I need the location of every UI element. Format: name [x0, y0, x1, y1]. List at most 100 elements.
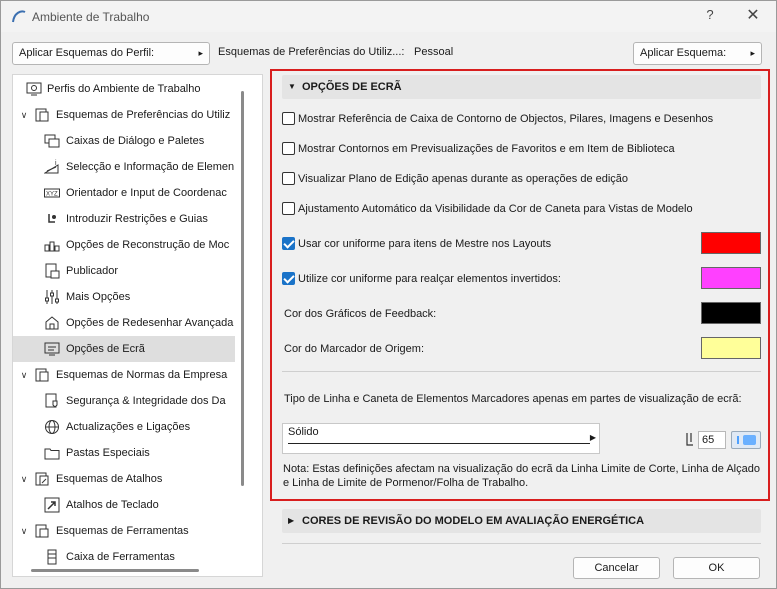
tree-item-shortcut-schemes[interactable]: ∨ Esquemas de Atalhos [13, 466, 235, 492]
preferences-window: Ambiente de Trabalho ? ✕ Aplicar Esquema… [0, 0, 777, 589]
tree-item-tool-schemes[interactable]: ∨ Esquemas de Ferramentas [13, 518, 235, 544]
tree-item-label: Caixa de Ferramentas [66, 551, 175, 563]
archicad-app-icon [12, 10, 26, 23]
uniform-master-checkbox[interactable] [282, 237, 295, 250]
tree-item-data-security[interactable]: Segurança & Integridade dos Da [13, 388, 235, 414]
feedback-color-swatch[interactable] [701, 302, 761, 324]
apply-scheme-dropdown[interactable]: Aplicar Esquema: ▸ [633, 42, 762, 65]
line-type-dropdown[interactable]: Sólido ▶ [282, 423, 600, 454]
tree-horizontal-scrollbar[interactable] [31, 569, 199, 572]
tree-item-label: Opções de Ecrã [66, 343, 145, 355]
tree-vertical-scrollbar[interactable] [241, 91, 244, 486]
triangle-right-icon: ▶ [288, 516, 295, 525]
apply-profile-dropdown[interactable]: Aplicar Esquemas do Perfil: ▸ [12, 42, 210, 65]
triangle-down-icon: ▼ [288, 82, 296, 91]
chevron-down-icon[interactable]: ∨ [18, 518, 30, 544]
close-button[interactable]: ✕ [743, 6, 763, 26]
checkbox-label: Usar cor uniforme para itens de Mestre n… [298, 238, 552, 250]
tree-item-label: Opções de Reconstrução de Moc [66, 239, 230, 251]
tree-item-toolbox[interactable]: Caixa de Ferramentas [13, 544, 235, 570]
checkbox-label: Utilize cor uniforme para realçar elemen… [298, 273, 561, 285]
display-options-header[interactable]: ▼ OPÇÕES DE ECRÃ [282, 75, 761, 99]
tree-item-user-pref-schemes[interactable]: ∨ Esquemas de Preferências do Utiliz [13, 102, 235, 128]
checkbox-row-favorite-outlines[interactable]: Mostrar Contornos em Previsualizações de… [282, 140, 761, 158]
profile-value: Pessoal [414, 46, 454, 58]
tree-item-special-folders[interactable]: Pastas Especiais [13, 440, 235, 466]
pen-color-bar [737, 436, 739, 444]
tree-item-workspace-profiles[interactable]: Perfis do Ambiente de Trabalho [13, 76, 235, 102]
help-button[interactable]: ? [701, 7, 719, 25]
chevron-down-icon[interactable]: ∨ [18, 466, 30, 492]
tree-item-label: Caixas de Diálogo e Paletes [66, 135, 205, 147]
master-color-swatch[interactable] [701, 232, 761, 254]
tree-item-publisher[interactable]: Publicador [13, 258, 235, 284]
chevron-down-icon[interactable]: ∨ [18, 362, 30, 388]
shortcut-schemes-icon [35, 472, 49, 486]
tree-item-keyboard-shortcuts[interactable]: Atalhos de Teclado [13, 492, 235, 518]
tool-schemes-icon [35, 524, 49, 538]
origin-color-row: Cor do Marcador de Origem: [282, 340, 682, 358]
tree-item-label: Esquemas de Preferências do Utiliz [56, 109, 231, 121]
constraints-icon [48, 214, 56, 223]
chevron-down-icon[interactable]: ∨ [18, 102, 30, 128]
publisher-icon [45, 263, 60, 279]
feedback-color-label: Cor dos Gráficos de Feedback: [284, 308, 437, 320]
tree-item-label: Selecção e Informação de Elemen [66, 161, 235, 173]
tree-item-dialog-boxes[interactable]: Caixas de Diálogo e Paletes [13, 128, 235, 154]
window-title: Ambiente de Trabalho [32, 10, 150, 24]
globe-icon [45, 420, 59, 434]
checkbox-row-pen-visibility[interactable]: Ajustamento Automático da Visibilidade d… [282, 200, 761, 218]
favorite-outlines-checkbox[interactable] [282, 142, 295, 155]
tree-item-label: Esquemas de Atalhos [56, 473, 163, 485]
tree-item-label: Publicador [66, 265, 118, 277]
selection-info-icon: i [44, 160, 59, 174]
keyboard-shortcut-icon [44, 497, 60, 513]
settings-tree: Perfis do Ambiente de Trabalho ∨ Esquema… [12, 74, 263, 577]
pen-color-swatch [743, 435, 756, 445]
tree-item-more-options[interactable]: Mais Opções [13, 284, 235, 310]
tree-item-label: Orientador e Input de Coordenac [66, 187, 227, 199]
footer-divider [282, 543, 761, 544]
checkbox-row-bounding-box[interactable]: Mostrar Referência de Caixa de Contorno … [282, 110, 761, 128]
profile-label: Esquemas de Preferências do Utiliz...: [218, 46, 405, 58]
tree-item-label: Segurança & Integridade dos Da [66, 395, 226, 407]
editing-plane-checkbox[interactable] [282, 172, 295, 185]
checkbox-row-uniform-inverted[interactable]: Utilize cor uniforme para realçar elemen… [282, 270, 682, 288]
tree-item-constraints[interactable]: Introduzir Restrições e Guias [13, 206, 235, 232]
bounding-box-checkbox[interactable] [282, 112, 295, 125]
tree-item-label: Actualizações e Ligações [66, 421, 191, 433]
pen-number-field[interactable]: 65 [698, 431, 726, 449]
cancel-button[interactable]: Cancelar [573, 557, 660, 579]
tree-item-selection-info[interactable]: i Selecção e Informação de Elemen [13, 154, 235, 180]
checkbox-row-uniform-master[interactable]: Usar cor uniforme para itens de Mestre n… [282, 235, 682, 253]
apply-scheme-label: Aplicar Esquema: [640, 47, 727, 59]
svg-text:XYZ: XYZ [46, 192, 58, 198]
rebuild-icon [44, 241, 60, 252]
section-divider [282, 371, 761, 372]
uniform-inverted-checkbox[interactable] [282, 272, 295, 285]
ok-button[interactable]: OK [673, 557, 760, 579]
checkbox-label: Visualizar Plano de Edição apenas durant… [298, 173, 629, 185]
pen-color-button[interactable] [731, 431, 761, 449]
tree-item-redraw[interactable]: Opções de Redesenhar Avançada [13, 310, 235, 336]
tree-item-coordinates[interactable]: XYZ Orientador e Input de Coordenac [13, 180, 235, 206]
inverted-color-swatch[interactable] [701, 267, 761, 289]
tree-item-rebuild[interactable]: Opções de Reconstrução de Moc [13, 232, 235, 258]
security-icon [45, 393, 58, 408]
redraw-icon [45, 316, 59, 330]
tree-item-label: Mais Opções [66, 291, 131, 303]
title-bar: Ambiente de Trabalho ? ✕ [1, 1, 776, 32]
energy-colors-header[interactable]: ▶ CORES DE REVISÃO DO MODELO EM AVALIAÇÃ… [282, 509, 761, 533]
checkbox-row-editing-plane[interactable]: Visualizar Plano de Edição apenas durant… [282, 170, 761, 188]
checkbox-label: Mostrar Referência de Caixa de Contorno … [298, 113, 714, 125]
tree-item-updates[interactable]: Actualizações e Ligações [13, 414, 235, 440]
tree-item-screen-options[interactable]: Opções de Ecrã [13, 336, 235, 362]
origin-color-swatch[interactable] [701, 337, 761, 359]
user-prefs-icon [35, 108, 49, 122]
checkbox-label: Ajustamento Automático da Visibilidade d… [298, 203, 693, 215]
tree-item-label: Esquemas de Ferramentas [56, 525, 189, 537]
pen-visibility-checkbox[interactable] [282, 202, 295, 215]
apply-profile-label: Aplicar Esquemas do Perfil: [19, 47, 155, 59]
dialog-boxes-icon [44, 134, 60, 148]
tree-item-company-standards[interactable]: ∨ Esquemas de Normas da Empresa [13, 362, 235, 388]
